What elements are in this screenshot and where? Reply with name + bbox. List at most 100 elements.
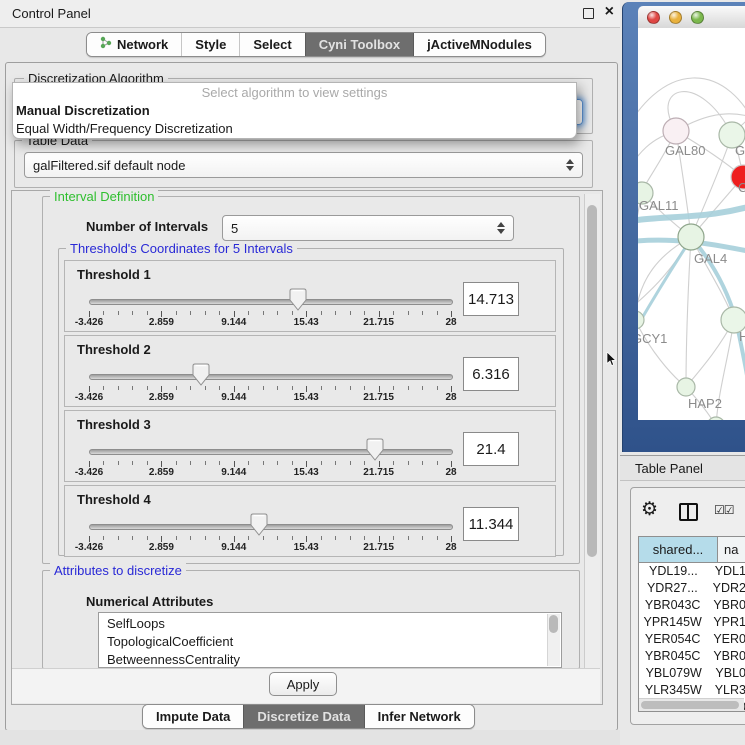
tab-label: jActiveMNodules <box>427 33 532 56</box>
network-window-titlebar[interactable] <box>638 6 745 29</box>
settings-scrollbar[interactable] <box>584 194 600 699</box>
cell-shared-name: YLR345W <box>639 682 708 699</box>
scale-label: 21.715 <box>363 467 394 478</box>
attribute-list-item[interactable]: SelfLoops <box>107 615 561 633</box>
attribute-list-item[interactable]: TopologicalCoefficient <box>107 633 561 651</box>
numerical-attributes-list[interactable]: SelfLoopsTopologicalCoefficientBetweenne… <box>98 612 562 668</box>
node-label: H <box>739 329 745 344</box>
tab-label: Select <box>253 33 291 56</box>
checkbox-columns-icon[interactable]: ☑☑ <box>714 503 734 517</box>
float-window-icon[interactable] <box>583 8 594 19</box>
interval-definition-group-title: Interval Definition <box>50 189 158 204</box>
gear-icon[interactable]: ⚙ <box>641 498 658 521</box>
scale-label: -3.426 <box>75 542 103 553</box>
algorithm-dropdown-popup: Select algorithm to view settings Manual… <box>12 82 577 139</box>
scale-label: -3.426 <box>75 317 103 328</box>
tab-label: Impute Data <box>156 705 230 728</box>
table-row[interactable]: YBR045CYBR0 <box>639 648 745 665</box>
thresholds-group-title: Threshold's Coordinates for 5 Intervals <box>66 241 297 256</box>
network-edge[interactable] <box>686 237 691 387</box>
threshold-value-field[interactable]: 11.344 <box>463 507 519 541</box>
node-label: GAL4 <box>694 251 727 266</box>
table-horizontal-scrollbar[interactable] <box>639 698 744 711</box>
scale-label: 21.715 <box>363 542 394 553</box>
tab-label: Discretize Data <box>257 705 350 728</box>
tab-infer-network[interactable]: Infer Network <box>364 705 474 728</box>
scale-label: 28 <box>445 392 456 403</box>
cell-name: YLR3 <box>708 682 745 699</box>
table-row[interactable]: YBL079WYBL0 <box>639 665 745 682</box>
tab-label: Style <box>195 33 226 56</box>
spinner-icon <box>497 222 505 234</box>
network-icon <box>100 33 112 56</box>
table-header-row: shared... na <box>639 537 745 563</box>
node-label: GAL80 <box>665 143 705 158</box>
algorithm-placeholder-option[interactable]: Select algorithm to view settings <box>13 83 576 102</box>
tab-cyni-toolbox[interactable]: Cyni Toolbox <box>305 33 413 56</box>
scale-label: 15.43 <box>294 392 319 403</box>
cell-shared-name: YDL19... <box>639 563 708 580</box>
scrollbar-thumb[interactable] <box>549 615 558 633</box>
tab-discretize-data[interactable]: Discretize Data <box>243 705 363 728</box>
attribute-list-item[interactable]: BetweennessCentrality <box>107 651 561 668</box>
scale-label: 15.43 <box>294 317 319 328</box>
tab-select[interactable]: Select <box>239 33 304 56</box>
scrollbar-thumb[interactable] <box>641 701 739 709</box>
threshold-panel: Threshold 4-3.4262.8599.14415.4321.71528… <box>64 485 556 557</box>
threshold-rows: Threshold 1-3.4262.8599.14415.4321.71528… <box>64 260 556 560</box>
scale-label: 28 <box>445 467 456 478</box>
table-data-select[interactable]: galFiltered.sif default node <box>24 152 583 178</box>
tab-label: Network <box>117 33 168 56</box>
node-label: GAL11 <box>639 198 679 213</box>
table-data-selected-value: galFiltered.sif default node <box>33 158 185 173</box>
attributes-scrollbar[interactable] <box>547 614 560 666</box>
node-label: GA <box>735 143 745 158</box>
network-view-window: GAL80GACGAL11GAL4GCY1HHAP2 <box>622 2 745 452</box>
tab-label: Infer Network <box>378 705 461 728</box>
attributes-group-title: Attributes to discretize <box>50 563 186 578</box>
close-window-icon[interactable] <box>647 11 660 24</box>
network-node[interactable] <box>678 224 704 250</box>
threshold-value-field[interactable]: 6.316 <box>463 357 519 391</box>
close-icon[interactable]: × <box>605 3 614 21</box>
scale-label: 9.144 <box>221 467 246 478</box>
network-node[interactable] <box>663 118 689 144</box>
table-row[interactable]: YBR043CYBR0 <box>639 597 745 614</box>
tab-style[interactable]: Style <box>181 33 239 56</box>
number-of-intervals-select[interactable]: 5 <box>222 215 514 241</box>
tab-jactivemnodules[interactable]: jActiveMNodules <box>413 33 545 56</box>
cell-shared-name: YER054C <box>639 631 706 648</box>
number-of-intervals-value: 5 <box>231 221 238 236</box>
table-row[interactable]: YPR145WYPR1 <box>639 614 745 631</box>
algorithm-option-equal-width[interactable]: Equal Width/Frequency Discretization <box>13 120 576 138</box>
scale-label: 9.144 <box>221 542 246 553</box>
tab-impute-data[interactable]: Impute Data <box>143 705 243 728</box>
apply-button[interactable]: Apply <box>269 672 337 696</box>
network-node[interactable] <box>707 417 725 420</box>
zoom-window-icon[interactable] <box>691 11 704 24</box>
spinner-icon <box>566 159 574 171</box>
scale-label: 15.43 <box>294 467 319 478</box>
network-canvas[interactable]: GAL80GACGAL11GAL4GCY1HHAP2 <box>638 28 745 420</box>
table-row[interactable]: YDL19...YDL1 <box>639 563 745 580</box>
table-row[interactable]: YER054CYER0 <box>639 631 745 648</box>
table-panel-title: Table Panel <box>635 461 703 476</box>
scale-label: 28 <box>445 542 456 553</box>
scrollbar-thumb[interactable] <box>587 205 597 557</box>
cell-shared-name: YBR045C <box>639 648 706 665</box>
scale-label: 28 <box>445 317 456 328</box>
column-header-shared[interactable]: shared... <box>639 537 718 562</box>
column-header-name[interactable]: na <box>718 537 745 562</box>
minimize-window-icon[interactable] <box>669 11 682 24</box>
table-row[interactable]: YDR27...YDR2 <box>639 580 745 597</box>
network-node[interactable] <box>677 378 695 396</box>
algorithm-option-manual[interactable]: Manual Discretization <box>13 102 576 120</box>
threshold-value-field[interactable]: 21.4 <box>463 432 519 466</box>
table-row[interactable]: YLR345WYLR3 <box>639 682 745 699</box>
scale-label: 15.43 <box>294 542 319 553</box>
tab-network[interactable]: Network <box>87 33 181 56</box>
tab-label: Cyni Toolbox <box>319 33 400 56</box>
node-attribute-table: shared... na YDL19...YDL1YDR27...YDR2YBR… <box>638 536 745 712</box>
threshold-value-field[interactable]: 14.713 <box>463 282 519 316</box>
columns-icon[interactable] <box>679 503 698 521</box>
